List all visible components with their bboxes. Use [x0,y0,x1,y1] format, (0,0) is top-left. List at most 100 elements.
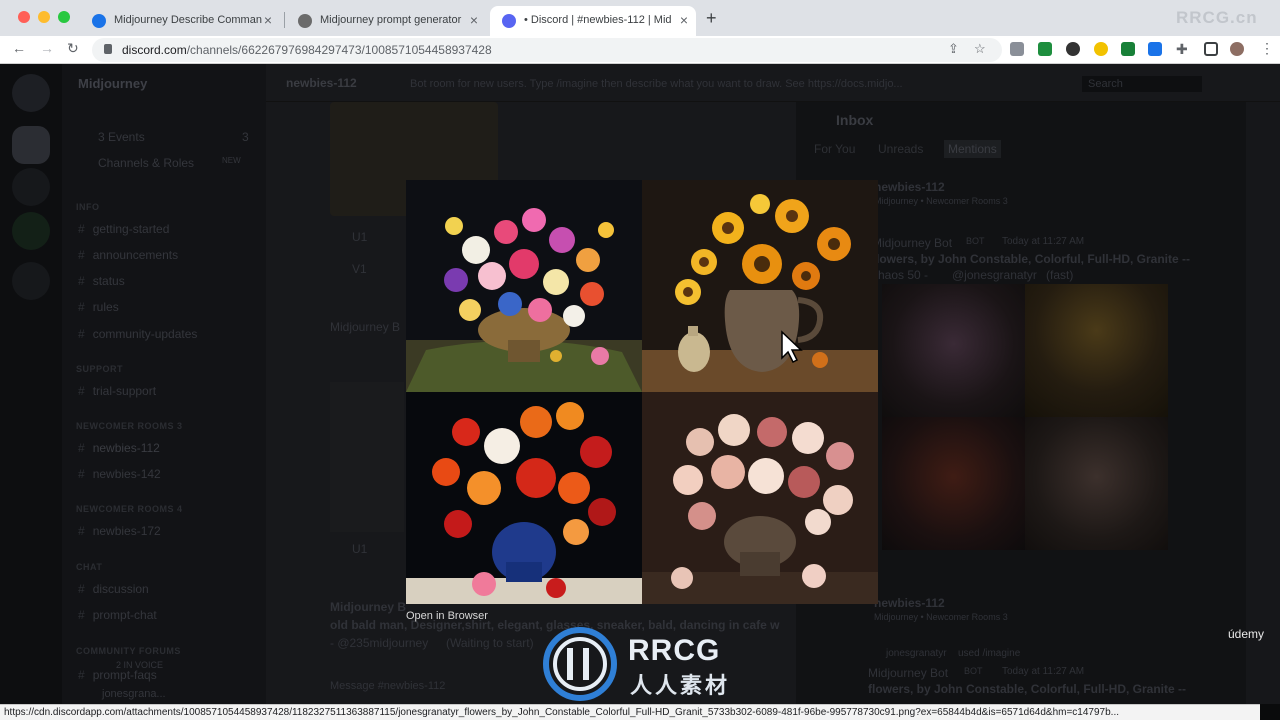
variation-button[interactable]: V1 [352,262,367,276]
tab-mentions[interactable]: Mentions [944,140,1001,158]
discord-icon [502,14,516,28]
channel-announcements[interactable]: announcements [78,248,178,262]
extension-check-icon[interactable] [1121,42,1135,56]
tab-discord[interactable]: • Discord | #newbies-112 | Mid × [490,6,696,36]
prompt-text-2: chaos 50 - [872,268,929,282]
channel-community-updates[interactable]: community-updates [78,327,198,341]
prompt-text: flowers, by John Constable, Colorful, Fu… [872,252,1191,266]
download-icon[interactable] [12,262,50,300]
channels-roles-item[interactable]: Channels & Roles [98,156,194,170]
tab-divider [284,12,285,28]
extension-screenshot-icon[interactable] [1148,42,1162,56]
inbox-image-grid[interactable] [882,284,1168,550]
extension-glasses-icon[interactable] [1066,42,1080,56]
image-lightbox[interactable] [406,180,878,604]
message-time: Today at 11:27 AM [1002,236,1085,247]
dim-image-cell [882,284,1025,417]
tab-for-you[interactable]: For You [814,142,855,156]
channel-getting-started[interactable]: getting-started [78,222,170,236]
bot-name[interactable]: Midjourney Bot [868,666,948,680]
inbox-channel-name[interactable]: newbies-112 [874,180,945,194]
new-tab-button[interactable]: + [706,8,717,29]
url-path: /channels/662267976984297473/10085710544… [186,43,492,57]
screen: Midjourney Describe Comman × Midjourney … [0,0,1280,720]
forward-arrow-icon[interactable]: → [40,40,54,56]
category-newcomer-3[interactable]: NEWCOMER ROOMS 3 [76,421,183,431]
open-in-browser-link[interactable]: Open in Browser [406,610,488,622]
profile-avatar[interactable] [1230,42,1244,56]
udemy-watermark: údemy [1228,627,1265,641]
minimize-window-button[interactable] [38,11,50,23]
events-item[interactable]: 3 Events [98,130,145,144]
events-count: 3 [242,130,249,144]
mention-link[interactable]: - @235midjourney [330,636,428,650]
upscale-button[interactable]: U1 [352,230,367,244]
explore-icon[interactable] [12,212,50,250]
prompt-text: flowers, by John Constable, Colorful, Fu… [868,682,1187,696]
sunflowers-illustration [642,194,878,392]
roses-illustration [406,402,642,604]
channel-trial-support[interactable]: trial-support [78,384,156,398]
image-red-roses [406,392,642,604]
channel-discussion[interactable]: discussion [78,582,149,596]
add-server-icon[interactable] [12,168,50,206]
extensions-puzzle-icon[interactable]: ✚ [1176,41,1188,58]
sailboat-icon [298,14,312,28]
watermark-text: RRCG.cn [1176,8,1258,27]
more-menu-icon[interactable]: ⋮ [1260,40,1274,57]
reload-icon[interactable]: ↻ [67,40,79,57]
used-by-user[interactable]: jonesgranatyr [886,648,947,659]
close-tab-icon[interactable]: × [470,12,478,28]
browser-toolbar: ← → ↻ discord.com/channels/6622679769842… [0,36,1280,64]
mention-link[interactable]: @jonesgranatyr [952,268,1037,282]
bookmark-star-icon[interactable]: ☆ [974,41,986,57]
category-info[interactable]: INFO [76,202,100,212]
search-input[interactable]: Search [1082,76,1202,92]
side-panel-icon[interactable] [1204,42,1218,56]
bot-name[interactable]: Midjourney B [330,600,406,614]
channel-rules[interactable]: rules [78,300,119,314]
category-newcomer-4[interactable]: NEWCOMER ROOMS 4 [76,504,183,514]
tab-unreads[interactable]: Unreads [878,142,923,156]
maximize-window-button[interactable] [58,11,70,23]
message-time: Today at 11:27 AM [1002,666,1085,677]
url-host: discord.com [122,43,187,57]
category-chat[interactable]: CHAT [76,562,102,572]
channel-newbies-142[interactable]: newbies-142 [78,467,161,481]
extension-code-icon[interactable] [1010,42,1024,56]
channel-status[interactable]: status [78,274,125,288]
dim-image-cell [1025,284,1168,417]
channel-prompt-faqs[interactable]: prompt-faqs [78,668,157,682]
category-support[interactable]: SUPPORT [76,364,123,374]
mouse-cursor-icon [781,330,803,364]
channel-prompt-chat[interactable]: prompt-chat [78,608,157,622]
server-name[interactable]: Midjourney [78,76,147,91]
close-tab-icon[interactable]: × [680,12,688,28]
bot-badge: BOT [966,236,985,246]
category-forums[interactable]: COMMUNITY FORUMS [76,646,181,656]
bot-name[interactable]: Midjourney B [330,320,400,334]
inbox-channel-name[interactable]: newbies-112 [874,596,945,610]
close-tab-icon[interactable]: × [264,12,272,28]
share-icon[interactable]: ⇪ [948,41,959,57]
inbox-channel-sub: Midjourney • Newcomer Rooms 3 [874,196,1008,206]
bot-name[interactable]: Midjourney Bot [872,236,952,250]
previous-grid-image[interactable] [330,382,404,532]
close-window-button[interactable] [18,11,30,23]
midjourney-server-icon[interactable] [12,126,50,164]
upscale-button[interactable]: U1 [352,542,367,556]
extension-download-icon[interactable] [1038,42,1052,56]
message-input[interactable]: Message #newbies-112 [330,680,445,692]
channel-newbies-112[interactable]: newbies-112 [78,441,160,455]
browser-tab-bar: Midjourney Describe Comman × Midjourney … [0,0,1280,36]
back-arrow-icon[interactable]: ← [12,40,26,56]
address-bar[interactable]: discord.com/channels/662267976984297473/… [92,38,1002,62]
discord-home-icon[interactable] [12,74,50,112]
channel-newbies-172[interactable]: newbies-172 [78,524,161,538]
tab-prompt-generator[interactable]: Midjourney prompt generator × [286,6,486,36]
extension-face-icon[interactable] [1094,42,1108,56]
lock-icon [104,44,112,54]
document-icon [92,14,106,28]
tab-midjourney-describe[interactable]: Midjourney Describe Comman × [80,6,280,36]
current-user-name[interactable]: jonesgrana... [102,688,166,700]
